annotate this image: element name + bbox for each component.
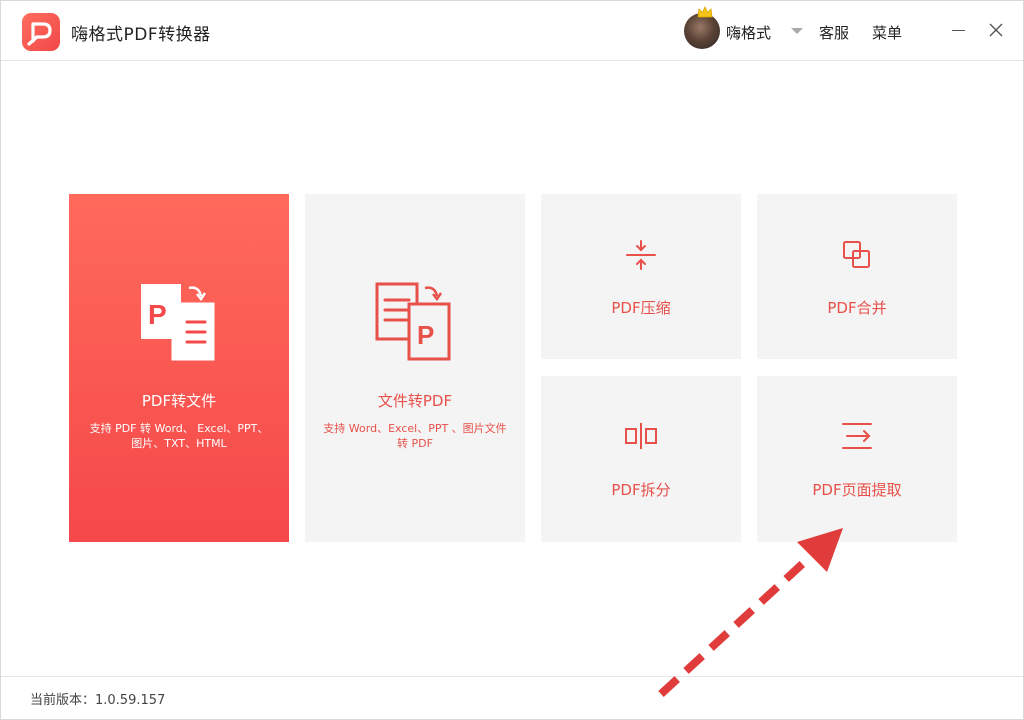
crown-icon (697, 6, 713, 18)
compress-icon (626, 240, 656, 270)
merge-icon (843, 241, 870, 268)
app-title: 嗨格式PDF转换器 (71, 25, 211, 45)
avatar[interactable] (684, 6, 720, 49)
split-icon (625, 423, 657, 449)
pdf-to-file-description: 支持 PDF 转 Word、 Excel、PPT、图片、TXT、HTML (89, 422, 269, 450)
chevron-down-icon[interactable] (791, 28, 803, 34)
pdf-to-file-label: PDF转文件 (141, 392, 217, 410)
customer-service-button[interactable]: 客服 (819, 22, 849, 43)
svg-text:P: P (148, 299, 167, 330)
title-bar: 嗨格式PDF转换器 嗨格式 客服 菜单 (1, 1, 1023, 61)
pdf-merge-tile[interactable]: PDF合并 (757, 194, 957, 359)
file-to-pdf-tile[interactable]: P 文件转PDF 支持 Word、Excel、PPT 、图片文件转 PDF (305, 194, 525, 542)
pdf-page-extract-label: PDF页面提取 (812, 481, 902, 499)
pdf-split-label: PDF拆分 (611, 481, 671, 499)
file-to-pdf-description: 支持 Word、Excel、PPT 、图片文件转 PDF (323, 422, 507, 450)
file-to-pdf-icon: P (375, 282, 451, 361)
pdf-compress-tile[interactable]: PDF压缩 (541, 194, 741, 359)
app-window: 嗨格式PDF转换器 嗨格式 客服 菜单 P PDF转文件 支持 PDF 转 Wo… (0, 0, 1024, 720)
pdf-to-file-icon: P (141, 284, 215, 361)
pdf-merge-label: PDF合并 (827, 299, 887, 317)
close-icon[interactable] (986, 20, 1006, 40)
pdf-to-file-tile[interactable]: P PDF转文件 支持 PDF 转 Word、 Excel、PPT、图片、TXT… (69, 194, 289, 542)
footer-divider (1, 676, 1023, 677)
pdf-split-tile[interactable]: PDF拆分 (541, 376, 741, 542)
version-label: 当前版本：1.0.59.157 (30, 693, 166, 708)
app-logo-icon (22, 13, 60, 51)
svg-text:P: P (417, 320, 434, 350)
file-to-pdf-label: 文件转PDF (377, 392, 453, 410)
pdf-page-extract-tile[interactable]: PDF页面提取 (757, 376, 957, 542)
username-label[interactable]: 嗨格式 (726, 22, 771, 43)
menu-button[interactable]: 菜单 (872, 22, 902, 43)
pdf-compress-label: PDF压缩 (611, 299, 671, 317)
minimize-button[interactable] (949, 21, 969, 41)
extract-icon (842, 423, 872, 449)
annotation-arrow-icon (658, 528, 843, 697)
